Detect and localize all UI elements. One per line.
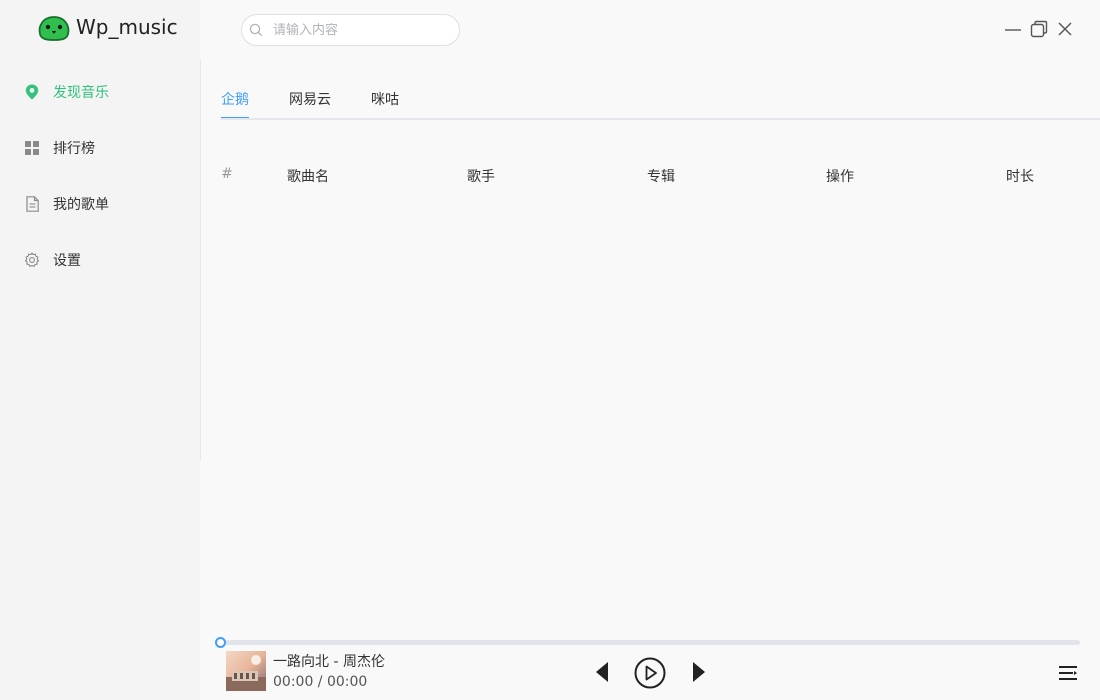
play-icon — [634, 657, 666, 689]
app-logo: Wp_music — [36, 12, 178, 42]
sidebar-item-my-playlists[interactable]: 我的歌单 — [0, 176, 200, 232]
column-duration: 时长 — [1006, 169, 1034, 185]
sidebar-item-discover[interactable]: 发现音乐 — [0, 64, 200, 120]
sidebar-item-label: 设置 — [53, 253, 81, 269]
window-controls — [1004, 18, 1074, 40]
playlist-button[interactable] — [1058, 663, 1078, 683]
sidebar-nav: 发现音乐 排行榜 我的歌单 设置 — [0, 64, 200, 288]
sidebar-item-charts[interactable]: 排行榜 — [0, 120, 200, 176]
sidebar-item-label: 我的歌单 — [53, 197, 109, 213]
sidebar-item-label: 发现音乐 — [53, 85, 109, 101]
close-button[interactable] — [1056, 18, 1074, 40]
tabs-underline — [221, 118, 1100, 120]
minimize-button[interactable] — [1004, 18, 1022, 40]
sidebar-item-settings[interactable]: 设置 — [0, 232, 200, 288]
column-album: 专辑 — [647, 169, 675, 185]
column-song-name: 歌曲名 — [287, 169, 329, 185]
logo-icon — [38, 16, 70, 41]
search-input[interactable] — [273, 22, 453, 38]
next-button[interactable] — [690, 660, 708, 684]
app-name: Wp_music — [76, 15, 178, 39]
search-icon — [249, 23, 263, 37]
album-cover-image — [226, 651, 266, 691]
close-icon — [1058, 22, 1072, 36]
previous-button[interactable] — [593, 660, 611, 684]
player-bar: 一路向北 - 周杰伦 00:00 / 00:00 — [200, 630, 1100, 700]
album-cover[interactable] — [226, 651, 266, 691]
tab-migu[interactable]: 咪咕 — [371, 84, 399, 118]
song-table-header: # 歌曲名 歌手 专辑 操作 时长 — [221, 160, 1100, 190]
gear-icon — [24, 252, 40, 268]
column-index: # — [221, 166, 233, 182]
maximize-icon — [1030, 20, 1048, 38]
grid-icon — [24, 140, 40, 156]
header — [200, 0, 1100, 60]
previous-icon — [596, 662, 608, 682]
progress-handle[interactable] — [215, 637, 226, 648]
tab-qq[interactable]: 企鹅 — [221, 84, 249, 119]
sidebar: Wp_music 发现音乐 排行榜 我的歌单 设置 — [0, 0, 200, 700]
next-icon — [693, 662, 705, 682]
play-button[interactable] — [634, 657, 666, 689]
playback-time: 00:00 / 00:00 — [273, 674, 368, 690]
column-singer: 歌手 — [467, 169, 495, 185]
location-pin-icon — [24, 84, 40, 100]
playlist-icon — [1059, 666, 1077, 680]
sidebar-divider — [200, 60, 201, 460]
minimize-icon — [1005, 29, 1021, 31]
document-icon — [24, 196, 40, 212]
source-tabs: 企鹅 网易云 咪咕 — [221, 84, 439, 119]
now-playing-title: 一路向北 - 周杰伦 — [273, 654, 385, 670]
maximize-button[interactable] — [1030, 18, 1048, 40]
column-actions: 操作 — [826, 169, 854, 185]
sidebar-item-label: 排行榜 — [53, 141, 95, 157]
search-box[interactable] — [241, 14, 460, 46]
tab-netease[interactable]: 网易云 — [289, 84, 331, 118]
progress-slider[interactable] — [215, 637, 1080, 648]
